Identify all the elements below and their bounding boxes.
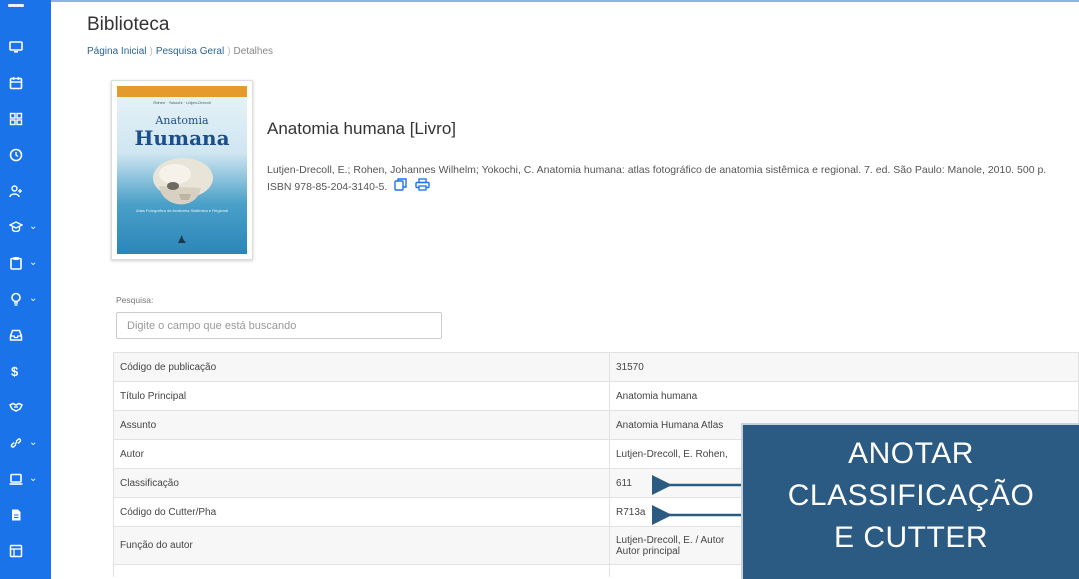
field-label: Código do Cutter/Pha — [113, 497, 610, 527]
sidebar-item-laptop[interactable]: ⌄ — [0, 464, 51, 494]
book-cover: Rohen · Yokochi · Lütjen-Drecoll Anatomi… — [111, 80, 253, 260]
callout-line1: ANOTAR — [848, 437, 974, 470]
inbox-icon — [9, 329, 23, 341]
breadcrumb-separator: ) — [227, 46, 231, 57]
breadcrumb-search-link[interactable]: Pesquisa Geral — [156, 46, 224, 57]
breadcrumb: Página Inicial ) Pesquisa Geral ) Detalh… — [87, 46, 273, 57]
sidebar-item-clock[interactable] — [0, 140, 51, 170]
menu-icon[interactable] — [8, 4, 24, 7]
print-icon[interactable] — [415, 178, 430, 196]
cover-subtitle: Atlas Fotográfico de Anatomia Sistêmica … — [135, 208, 229, 213]
table-row: Código de publicação 31570 — [113, 352, 1079, 382]
graduation-cap-icon — [9, 221, 23, 233]
search-input[interactable] — [116, 312, 442, 339]
copy-icon[interactable] — [394, 178, 408, 196]
layout-icon — [9, 544, 23, 558]
breadcrumb-separator: ) — [149, 46, 153, 57]
sidebar-item-links[interactable]: ⌄ — [0, 428, 51, 458]
add-user-icon — [9, 185, 22, 198]
sidebar-item-education[interactable]: ⌄ — [0, 212, 51, 242]
skull-illustration — [153, 158, 213, 205]
chevron-down-icon: ⌄ — [29, 221, 38, 232]
reference-text: Lutjen-Drecoll, E.; Rohen, Johannes Wilh… — [267, 164, 1047, 193]
sidebar-item-partners[interactable] — [0, 392, 51, 422]
callout-line2: CLASSIFICAÇÃO — [787, 479, 1035, 512]
grid-icon — [9, 112, 23, 126]
top-border — [51, 0, 1079, 2]
cover-title-line2: Humana — [134, 126, 230, 150]
annotation-callout: ANOTAR CLASSIFICAÇÃO E CUTTER — [741, 423, 1079, 579]
cover-edition-band — [117, 86, 247, 97]
sidebar-item-ideas[interactable]: ⌄ — [0, 284, 51, 314]
clock-icon — [9, 148, 23, 162]
sidebar-item-monitor[interactable] — [0, 32, 51, 62]
lightbulb-icon — [11, 292, 21, 306]
link-icon — [10, 438, 22, 448]
sidebar-item-clipboard[interactable]: ⌄ — [0, 248, 51, 278]
calendar-icon — [9, 77, 23, 90]
publisher-logo — [178, 235, 186, 243]
dollar-icon: $ — [11, 363, 19, 379]
field-value: Anatomia humana — [609, 381, 1079, 411]
sidebar-item-documents[interactable] — [0, 500, 51, 530]
book-cover-image: Rohen · Yokochi · Lütjen-Drecoll Anatomi… — [117, 86, 247, 254]
field-label: Assunto — [113, 410, 610, 440]
page-title: Biblioteca — [87, 14, 170, 35]
field-label: Título Principal — [113, 381, 610, 411]
breadcrumb-current: Detalhes — [233, 46, 274, 57]
field-label: Código de publicação — [113, 352, 610, 382]
sidebar-item-calendar[interactable] — [0, 68, 51, 98]
chevron-down-icon: ⌄ — [29, 257, 38, 268]
sidebar-item-grid[interactable] — [0, 104, 51, 134]
sidebar-item-add-user[interactable] — [0, 176, 51, 206]
sidebar-item-layout[interactable] — [0, 536, 51, 566]
document-icon — [12, 509, 21, 521]
field-value: 31570 — [609, 352, 1079, 382]
book-reference: Lutjen-Drecoll, E.; Rohen, Johannes Wilh… — [267, 162, 1057, 196]
chevron-down-icon: ⌄ — [29, 437, 38, 448]
handshake-icon — [9, 402, 23, 412]
clipboard-icon — [10, 257, 22, 270]
monitor-icon — [9, 41, 23, 53]
laptop-icon — [9, 473, 23, 485]
sidebar: ⌄ ⌄ ⌄ $ ⌄ ⌄ — [0, 0, 51, 579]
sidebar-item-inbox[interactable] — [0, 320, 51, 350]
field-label: Função do autor — [113, 526, 610, 565]
chevron-down-icon: ⌄ — [29, 293, 38, 304]
cover-authors: Rohen · Yokochi · Lütjen-Drecoll — [153, 100, 211, 105]
callout-line3: E CUTTER — [834, 521, 988, 554]
table-row: Título Principal Anatomia humana — [113, 381, 1079, 411]
chevron-down-icon: ⌄ — [29, 473, 38, 484]
breadcrumb-home-link[interactable]: Página Inicial — [87, 46, 146, 57]
field-label: Autor — [113, 439, 610, 469]
field-label: Classificação — [113, 468, 610, 498]
sidebar-item-finance[interactable]: $ — [0, 356, 51, 386]
book-title: Anatomia humana [Livro] — [267, 119, 456, 138]
search-label: Pesquisa: — [116, 295, 154, 305]
